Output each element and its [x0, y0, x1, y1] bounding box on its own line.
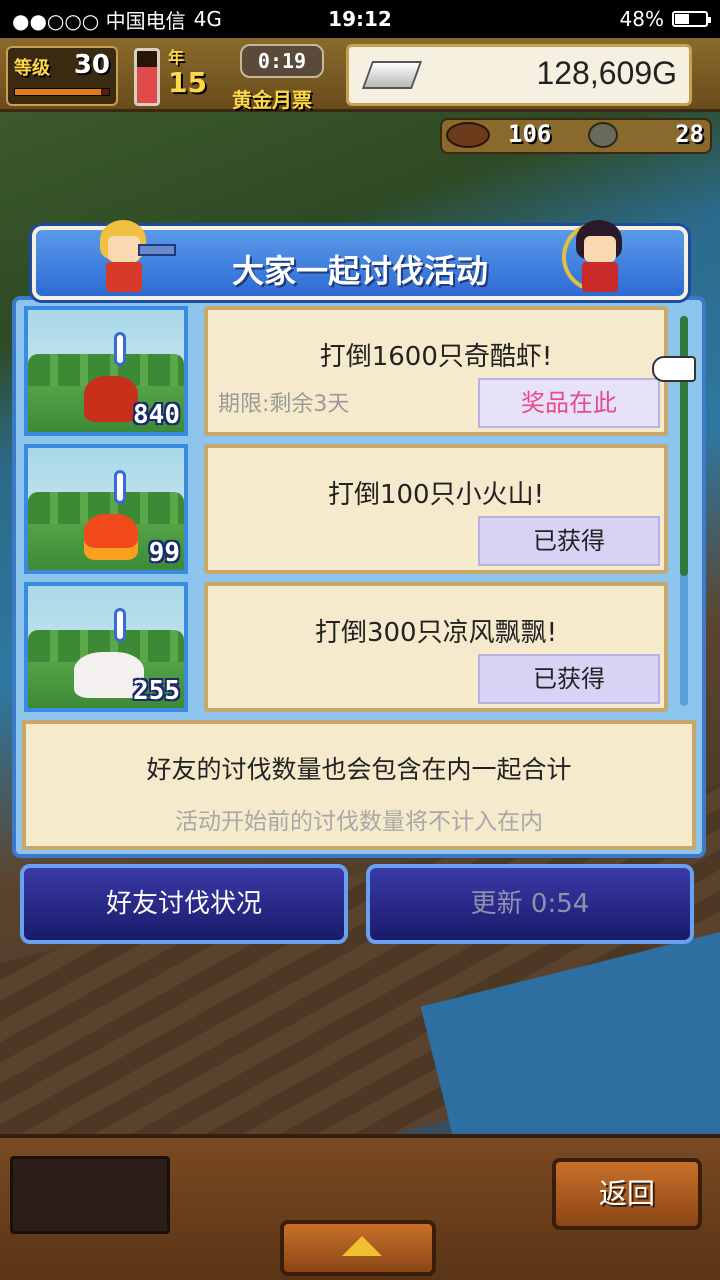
kill-count: 255	[133, 676, 180, 706]
obtained-button[interactable]: 已获得	[478, 654, 660, 704]
prize-button[interactable]: 奖品在此	[478, 378, 660, 428]
back-button[interactable]: 返回	[552, 1158, 702, 1230]
mission-title: 打倒1600只奇酷虾!	[319, 342, 553, 372]
mission-thumbnail: 255	[24, 582, 188, 712]
mission-card: 打倒1600只奇酷虾! 期限:剩余3天 奖品在此	[204, 306, 668, 436]
year-box: 年 15	[168, 44, 234, 106]
gold-display: 128,609G	[346, 44, 692, 106]
level-progress-bar	[14, 88, 110, 96]
resource1-value: 106	[508, 120, 552, 148]
hand-pointer-icon	[652, 356, 696, 382]
mission-row: 255 打倒300只凉风飘飘! 已获得	[24, 582, 668, 714]
level-label: 等级	[14, 58, 50, 79]
resource-bar: 106 28	[440, 118, 712, 154]
status-bar: ●●○○○ 中国电信 4G 19:12 48%	[0, 0, 720, 38]
year-label: 年	[168, 48, 185, 67]
shrimp-monster-icon	[84, 376, 138, 422]
mission-title: 打倒300只凉风飘飘!	[314, 618, 558, 648]
mission-thumbnail: 840	[24, 306, 188, 436]
mission-card: 打倒100只小火山! 已获得	[204, 444, 668, 574]
empty-slot	[10, 1156, 170, 1234]
scrollbar-thumb[interactable]	[680, 316, 688, 576]
exclamation-icon	[114, 470, 126, 504]
panel-header: 大家一起讨伐活动	[32, 220, 688, 300]
refresh-button[interactable]: 更新 0:54	[366, 864, 694, 944]
info-box: 好友的讨伐数量也会包含在内一起合计 活动开始前的讨伐数量将不计入在内	[22, 720, 696, 850]
top-hud: 等级 30 年 15 0:19 黄金月票 128,609G	[0, 38, 720, 112]
stamina-gauge	[134, 48, 160, 106]
info-sub-text: 活动开始前的讨伐数量将不计入在内	[175, 809, 543, 835]
mission-thumbnail: 99	[24, 444, 188, 574]
silver-bar-icon	[361, 61, 423, 89]
battery-percent: 48%	[619, 7, 664, 31]
arrow-up-icon	[342, 1236, 382, 1256]
volcano-monster-icon	[84, 514, 138, 560]
timer: 0:19	[240, 44, 324, 78]
network-label: 4G	[193, 7, 222, 31]
mission-card: 打倒300只凉风飘飘! 已获得	[204, 582, 668, 712]
medal-icon	[588, 122, 618, 148]
kill-count: 99	[148, 538, 180, 568]
bottom-bar: 返回	[0, 1134, 720, 1280]
kill-count: 840	[133, 400, 180, 430]
expand-menu-button[interactable]	[280, 1220, 436, 1276]
archer-character-icon	[562, 214, 632, 298]
obtained-button[interactable]: 已获得	[478, 516, 660, 566]
mission-row: 840 打倒1600只奇酷虾! 期限:剩余3天 奖品在此	[24, 306, 668, 438]
year-value: 15	[168, 66, 207, 99]
mission-title: 打倒100只小火山!	[327, 480, 545, 510]
friends-status-button[interactable]: 好友讨伐状况	[20, 864, 348, 944]
gold-value: 128,609G	[536, 55, 677, 91]
mission-row: 99 打倒100只小火山! 已获得	[24, 444, 668, 576]
football-icon	[446, 122, 490, 148]
month-label: 黄金月票	[232, 88, 312, 112]
resource2-value: 28	[675, 120, 704, 148]
exclamation-icon	[114, 608, 126, 642]
level-box[interactable]: 等级 30	[6, 46, 118, 106]
carrier-label: ●●○○○ 中国电信	[12, 8, 186, 33]
info-main-text: 好友的讨伐数量也会包含在内一起合计	[146, 755, 572, 784]
battery-icon	[672, 11, 711, 27]
level-value: 30	[73, 50, 110, 80]
mission-deadline: 期限:剩余3天	[218, 392, 350, 417]
exclamation-icon	[114, 332, 126, 366]
